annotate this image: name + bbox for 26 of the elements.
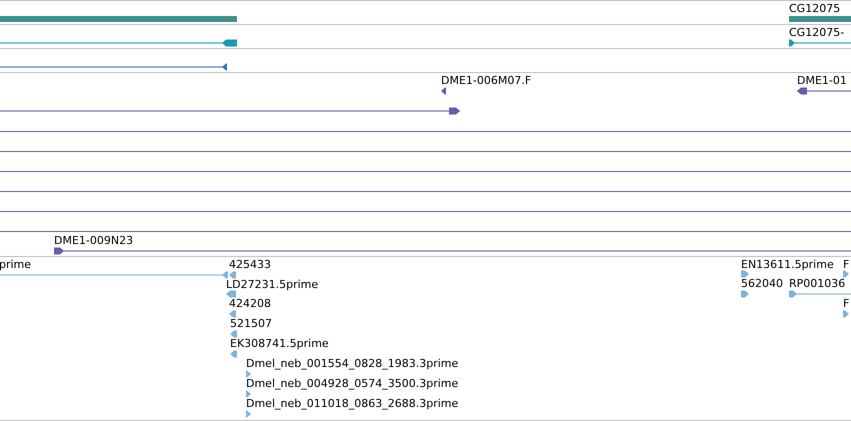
feature-label: F <box>843 298 850 310</box>
feature-label: DME1-01 <box>797 75 847 87</box>
feature-label: RP001036 <box>789 278 846 290</box>
feature-label: EK308741.5prime <box>230 338 329 350</box>
feature-label: DME1-009N23 <box>54 235 134 247</box>
feature-label: 562040 <box>741 278 783 290</box>
feature-label: EN13611.5prime <box>741 259 834 271</box>
strand-arrow-icon[interactable] <box>441 87 446 95</box>
feature-label: CG12075- <box>789 27 844 39</box>
feature-label: LD27231.5prime <box>226 279 318 291</box>
feature-label: F <box>843 259 850 271</box>
feature-arrow[interactable] <box>0 107 460 115</box>
feature-arrow[interactable] <box>0 39 237 47</box>
feature-label: prime <box>0 259 32 271</box>
feature-arrow[interactable] <box>54 247 851 255</box>
feature-arrow[interactable] <box>797 87 851 95</box>
feature-label: 521507 <box>230 318 272 330</box>
feature-label: Dmel_neb_011018_0863_2688.3prime <box>246 398 458 410</box>
feature-label: 424208 <box>229 298 271 310</box>
feature-arrow[interactable] <box>789 39 851 47</box>
feature-label: CG12075 <box>789 3 840 15</box>
feature-arrow[interactable] <box>0 63 227 71</box>
feature-label: Dmel_neb_004928_0574_3500.3prime <box>246 378 458 390</box>
feature-label: DME1-006M07.F <box>441 75 532 87</box>
feature-label: 425433 <box>229 259 271 271</box>
feature-label: Dmel_neb_001554_0828_1983.3prime <box>246 358 458 370</box>
